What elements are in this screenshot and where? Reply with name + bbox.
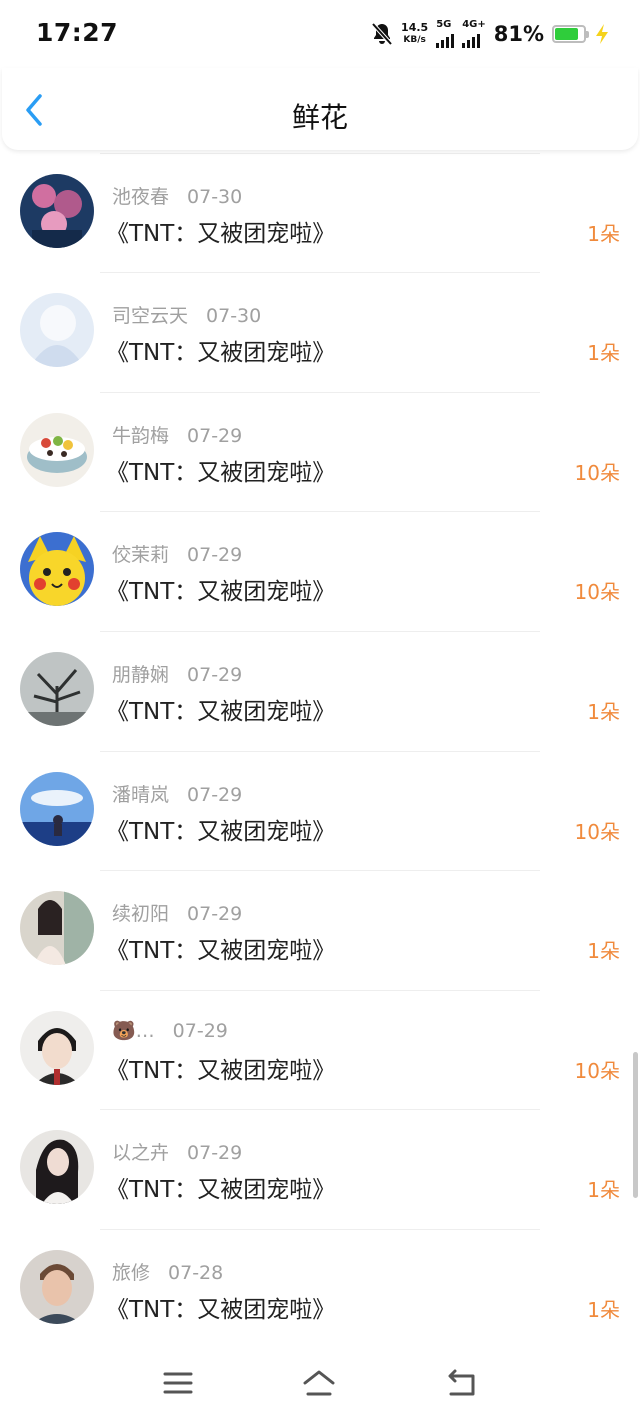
scrollbar[interactable]: [633, 1052, 638, 1198]
list-item[interactable]: 佼茉莉 07-29 《TNT：又被团宠啦》 10朵: [0, 512, 640, 632]
back-nav-button[interactable]: [445, 1368, 479, 1398]
system-nav-bar: [0, 1346, 640, 1422]
network-speed-value: 14.5: [401, 21, 429, 34]
status-time: 17:27: [36, 18, 119, 47]
avatar[interactable]: [20, 651, 94, 726]
send-date: 07-30: [187, 185, 243, 208]
menu-icon: [163, 1372, 193, 1394]
avatar[interactable]: [20, 173, 94, 248]
sender-name: 续初阳: [112, 903, 170, 926]
sender-name: 以之卉: [112, 1142, 170, 1165]
network-4g-label: 4G+: [462, 19, 486, 30]
book-title: 《TNT：又被团宠啦》: [106, 818, 336, 845]
flower-list[interactable]: 《 1 池夜春07-30 《TNT：又被团宠啦》 1朵 司空云天07-30 《T…: [0, 68, 640, 1346]
menu-button[interactable]: [161, 1368, 195, 1398]
flower-count: 1朵: [587, 1178, 620, 1203]
send-date: 07-28: [168, 1261, 224, 1284]
battery-percent: 81%: [493, 22, 544, 46]
sender-name: 牛韵梅: [112, 424, 170, 447]
sender-name: 司空云天: [112, 305, 189, 328]
home-icon: [303, 1370, 335, 1396]
send-date: 07-30: [206, 305, 262, 328]
sender-meta: 牛韵梅 07-29: [112, 421, 242, 448]
sender-meta: 旅修 07-28: [112, 1258, 223, 1285]
avatar[interactable]: [20, 771, 94, 846]
flower-count: 1朵: [587, 939, 620, 964]
list-item[interactable]: 续初阳 07-29 《TNT：又被团宠啦》 1朵: [0, 871, 640, 991]
book-title: 《TNT：又被团宠啦》: [106, 220, 336, 247]
charging-bolt-icon: [596, 24, 608, 44]
sender-meta: 🐻… 07-29: [112, 1019, 228, 1042]
status-icons: 14.5 KB/s 5G 4G+ 81%: [371, 18, 610, 50]
sender-meta: 潘晴岚 07-29: [112, 780, 242, 807]
flower-count: 10朵: [574, 1058, 620, 1083]
list-item[interactable]: 池夜春 07-30 《TNT：又被团宠啦》 1朵: [0, 154, 640, 274]
list-item[interactable]: 牛韵梅 07-29 《TNT：又被团宠啦》 10朵: [0, 393, 640, 513]
sender-meta: 以之卉 07-29: [112, 1138, 242, 1165]
flower-count: 1朵: [587, 1297, 620, 1322]
send-date: 07-29: [187, 903, 243, 926]
status-bar: 17:27 14.5 KB/s 5G 4G+ 81%: [0, 0, 640, 68]
sender-meta: 佼茉莉 07-29: [112, 540, 242, 567]
flower-count: 1朵: [587, 699, 620, 724]
avatar[interactable]: [20, 293, 94, 368]
book-title: 《TNT：又被团宠啦》: [106, 698, 336, 725]
send-date: 07-29: [187, 663, 243, 686]
avatar[interactable]: [20, 891, 94, 966]
book-title: 《TNT：又被团宠啦》: [106, 579, 336, 606]
sender-name: 潘晴岚: [112, 783, 170, 806]
book-title: 《TNT：又被团宠啦》: [106, 1057, 336, 1084]
flower-count: 10朵: [574, 819, 620, 844]
list-item[interactable]: 以之卉 07-29 《TNT：又被团宠啦》 1朵: [0, 1110, 640, 1230]
sender-name: 佼茉莉: [112, 544, 170, 567]
send-date: 07-29: [187, 544, 243, 567]
send-date: 07-29: [187, 783, 243, 806]
sender-name: 旅修: [112, 1261, 151, 1284]
sender-name: 🐻…: [112, 1019, 155, 1042]
flower-count: 10朵: [574, 580, 620, 605]
flower-count: 1朵: [587, 341, 620, 366]
network-speed-unit: KB/s: [403, 35, 426, 45]
flower-list-inner: 《 1 池夜春07-30 《TNT：又被团宠啦》 1朵 司空云天07-30 《T…: [0, 68, 640, 1346]
avatar[interactable]: [20, 532, 94, 607]
battery-icon: [552, 25, 589, 43]
back-icon: [448, 1369, 475, 1396]
send-date: 07-29: [187, 424, 243, 447]
signal-icon: [436, 30, 455, 48]
send-date: 07-29: [187, 1142, 243, 1165]
book-title: 《TNT：又被团宠啦》: [106, 340, 336, 367]
book-title: 《TNT：又被团宠啦》: [106, 938, 336, 965]
signal-4g: 4G+: [462, 20, 486, 48]
network-speed: 14.5 KB/s: [401, 22, 428, 46]
list-item[interactable]: 旅修 07-28 《TNT：又被团宠啦》 1朵: [0, 1230, 640, 1346]
avatar[interactable]: [20, 412, 94, 487]
book-title: 《TNT：又被团宠啦》: [106, 1177, 336, 1204]
avatar[interactable]: [20, 1249, 94, 1324]
flower-count: 1朵: [587, 221, 620, 246]
page-title: 鲜花: [291, 101, 348, 134]
list-item[interactable]: 🐻… 07-29 《TNT：又被团宠啦》 10朵: [0, 991, 640, 1111]
list-item[interactable]: 司空云天 07-30 《TNT：又被团宠啦》 1朵: [0, 273, 640, 393]
list-item[interactable]: 潘晴岚 07-29 《TNT：又被团宠啦》 10朵: [0, 752, 640, 872]
home-button[interactable]: [302, 1368, 336, 1398]
book-title: 《TNT：又被团宠啦》: [106, 459, 336, 486]
sender-meta: 池夜春 07-30: [112, 182, 242, 209]
avatar[interactable]: [20, 1010, 94, 1085]
sender-meta: 司空云天 07-30: [112, 301, 261, 328]
signal-5g: 5G: [436, 19, 455, 48]
send-date: 07-29: [172, 1019, 228, 1042]
book-title: 《TNT：又被团宠啦》: [106, 1296, 336, 1323]
network-5g-label: 5G: [436, 19, 452, 30]
avatar[interactable]: [20, 1130, 94, 1205]
flower-count: 10朵: [574, 460, 620, 485]
sender-name: 池夜春: [112, 185, 170, 208]
list-item[interactable]: 朋静娴 07-29 《TNT：又被团宠啦》 1朵: [0, 632, 640, 752]
nav-bar: 鲜花: [2, 68, 638, 150]
bell-mute-icon: [371, 22, 393, 46]
signal-icon: [462, 30, 481, 48]
sender-name: 朋静娴: [112, 663, 170, 686]
sender-meta: 续初阳 07-29: [112, 899, 242, 926]
sender-meta: 朋静娴 07-29: [112, 660, 242, 687]
battery-fill: [555, 28, 578, 40]
